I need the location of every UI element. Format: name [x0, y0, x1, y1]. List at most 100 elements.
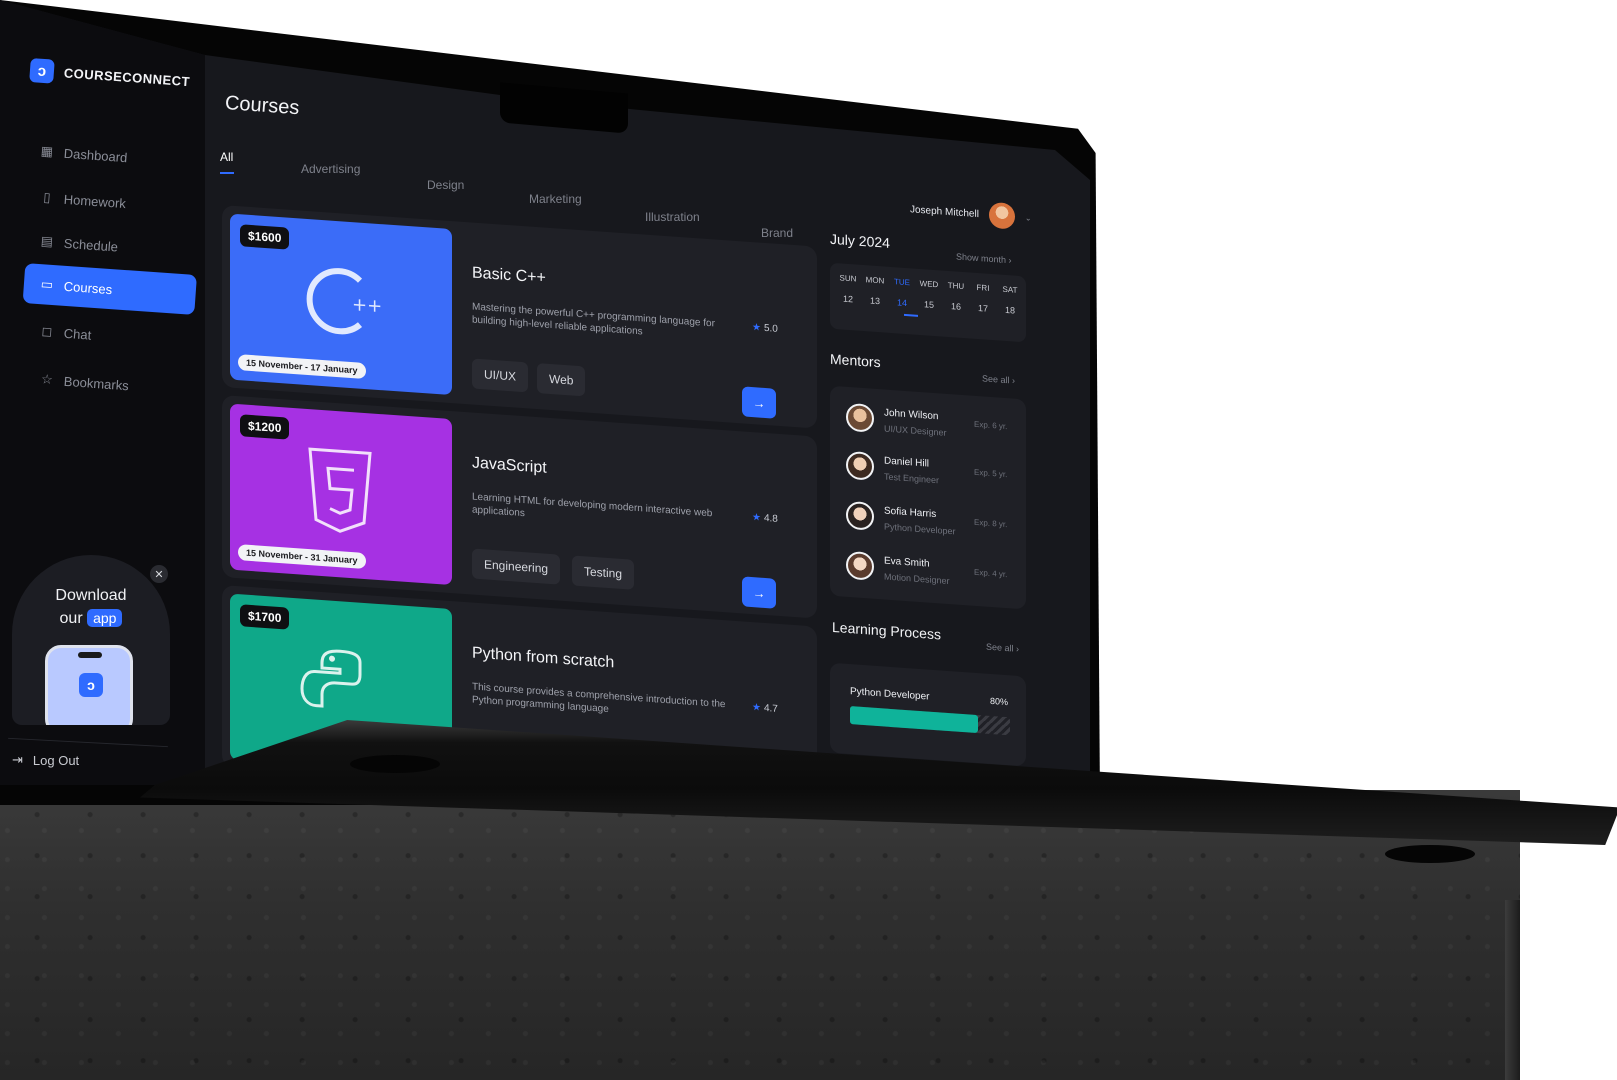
learning-process-title: Learning Process [832, 618, 941, 643]
sidebar-item-courses[interactable]: ▭ Courses [22, 263, 197, 315]
tab-brand[interactable]: Brand [761, 226, 793, 240]
star-icon: ★ [752, 322, 761, 334]
document-icon: ▯ [42, 189, 52, 205]
page-title: Courses [224, 92, 301, 120]
mentor-experience: Exp. 6 yr. [974, 419, 1008, 432]
link-label: See all [986, 641, 1014, 654]
week-calendar: SUN MON TUE WED THU FRI SAT 12 13 14 15 … [830, 262, 1026, 343]
link-label: See all [982, 373, 1010, 386]
avatar [988, 201, 1015, 230]
mentor-list: John Wilson UI/UX Designer Exp. 6 yr. Da… [830, 385, 1026, 610]
mentor-role: UI/UX Designer [884, 423, 947, 438]
download-app-title: Download our app [12, 585, 170, 630]
course-tag[interactable]: Testing [572, 555, 635, 590]
course-card[interactable]: $1200 15 November - 31 January JavaScrip… [222, 395, 817, 619]
weekday-label: SUN [839, 273, 857, 284]
calendar-date[interactable]: 13 [863, 295, 887, 307]
course-description: Learning HTML for developing modern inte… [472, 491, 713, 520]
sidebar-item-label: Courses [63, 278, 113, 297]
weekday-label: MON [865, 275, 885, 286]
course-title: Basic C++ [472, 264, 546, 287]
price-tag: $1700 [240, 604, 290, 630]
calendar-month: July 2024 [830, 230, 890, 251]
sidebar-item-label: Schedule [63, 235, 119, 255]
calendar-date[interactable]: 17 [971, 303, 995, 315]
close-icon[interactable]: ✕ [150, 565, 168, 583]
laptop-foot [1385, 845, 1475, 863]
arrow-right-icon: → [752, 394, 766, 411]
learning-see-all-link[interactable]: See all › [986, 642, 1019, 654]
mentors-see-all-link[interactable]: See all › [982, 373, 1015, 385]
concrete-block-edge [1505, 900, 1520, 1080]
download-app-card[interactable]: Download our app ↄ [12, 555, 170, 725]
progress-fill [850, 706, 978, 734]
sidebar-item-homework[interactable]: ▯ Homework [23, 176, 197, 228]
course-description: Mastering the powerful C++ programming l… [472, 301, 715, 338]
mentor-row[interactable]: Sofia Harris Python Developer Exp. 8 yr. [846, 497, 1021, 553]
sidebar-item-dashboard[interactable]: ▦ Dashboard [23, 130, 197, 182]
open-course-button[interactable]: → [742, 576, 776, 609]
logout-button[interactable]: ⇥ Log Out [12, 752, 79, 768]
date-range-badge: 15 November - 31 January [238, 544, 366, 570]
star-icon: ☆ [40, 371, 54, 387]
sidebar-item-bookmarks[interactable]: ☆ Bookmarks [23, 358, 197, 410]
chevron-down-icon: ⌄ [1024, 212, 1032, 223]
phone-notch [78, 652, 102, 658]
logo-mark-icon: ↄ [29, 58, 55, 84]
progress-percent: 80% [990, 695, 1009, 708]
course-tag[interactable]: Engineering [472, 548, 561, 585]
course-list: ++ $1600 15 November - 17 January Basic … [222, 205, 822, 785]
mentor-experience: Exp. 5 yr. [974, 467, 1008, 480]
svg-text:++: ++ [352, 294, 382, 317]
price-tag: $1600 [240, 224, 290, 250]
tab-illustration[interactable]: Illustration [645, 210, 700, 224]
tab-marketing[interactable]: Marketing [529, 192, 582, 206]
dashboard-icon: ▦ [40, 143, 54, 160]
course-thumbnail: $1200 15 November - 31 January [230, 403, 452, 586]
open-course-button[interactable]: → [742, 386, 776, 419]
progress-bar [850, 706, 1010, 736]
divider [8, 737, 168, 748]
progress-course-name: Python Developer [850, 686, 930, 703]
sidebar-item-label: Homework [63, 191, 127, 211]
calendar-date[interactable]: 15 [917, 299, 941, 311]
weekday-label: FRI [976, 282, 990, 293]
star-icon: ★ [752, 702, 761, 714]
sidebar-item-chat[interactable]: ◻ Chat [23, 310, 197, 362]
logout-icon: ⇥ [12, 752, 23, 767]
course-tag[interactable]: Web [537, 363, 586, 397]
app-highlight: app [87, 609, 123, 627]
learning-progress-card[interactable]: Python Developer 80% [830, 662, 1026, 767]
sidebar-item-label: Bookmarks [63, 373, 130, 393]
show-month-link[interactable]: Show month › [956, 252, 1012, 266]
course-tag[interactable]: UI/UX [472, 358, 529, 393]
user-name: Joseph Mitchell [910, 203, 979, 220]
mentor-row[interactable]: Daniel Hill Test Engineer Exp. 5 yr. [846, 447, 1021, 503]
mentor-role: Motion Designer [884, 571, 950, 587]
calendar-date-selected[interactable]: 14 [890, 297, 914, 309]
selected-date-indicator [904, 313, 918, 317]
calendar-date[interactable]: 12 [836, 293, 860, 305]
rating-value: 4.8 [763, 512, 778, 525]
weekday-label: THU [947, 280, 965, 292]
app-logo[interactable]: ↄ COURSECONNECT [29, 58, 191, 93]
calendar-date[interactable]: 18 [998, 304, 1022, 316]
tab-all[interactable]: All [220, 150, 234, 174]
tab-label: All [220, 150, 234, 164]
user-profile[interactable]: Joseph Mitchell ⌄ [910, 196, 1032, 231]
folder-icon: ▭ [40, 276, 54, 293]
calendar-icon: ▤ [40, 233, 54, 250]
mentor-row[interactable]: Eva Smith Motion Designer Exp. 4 yr. [846, 547, 1021, 603]
cpp-logo-icon: ++ [306, 268, 382, 335]
sidebar: ↄ COURSECONNECT ▦ Dashboard ▯ Homework ▤… [0, 0, 205, 785]
mentor-experience: Exp. 4 yr. [974, 567, 1008, 580]
calendar-date[interactable]: 16 [944, 301, 968, 313]
logout-label: Log Out [32, 752, 80, 768]
avatar [846, 450, 874, 481]
course-rating: ★ 5.0 [752, 322, 778, 335]
course-description: This course provides a comprehensive int… [472, 681, 726, 716]
star-icon: ★ [752, 512, 761, 524]
tab-advertising[interactable]: Advertising [301, 162, 360, 176]
mentor-row[interactable]: John Wilson UI/UX Designer Exp. 6 yr. [846, 399, 1021, 455]
tab-design[interactable]: Design [427, 178, 464, 192]
